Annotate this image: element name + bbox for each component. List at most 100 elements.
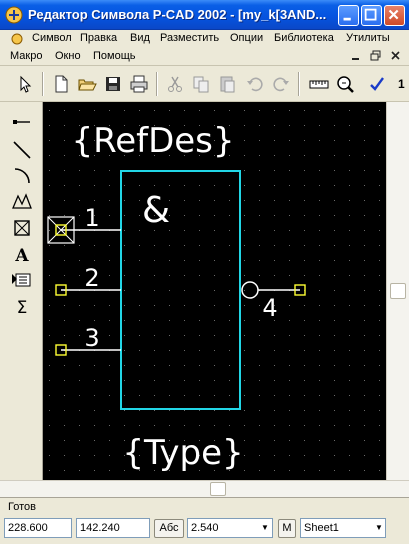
grid-mode-button[interactable]: M xyxy=(278,519,296,538)
cut-button[interactable] xyxy=(164,73,186,95)
absolute-toggle-button[interactable]: Абс xyxy=(154,519,184,538)
chevron-down-icon[interactable]: ▼ xyxy=(372,519,386,537)
grid-dot xyxy=(124,215,125,216)
validate-button[interactable] xyxy=(366,73,388,95)
grid-dot xyxy=(94,320,95,321)
grid-dot xyxy=(274,215,275,216)
grid-dot xyxy=(259,320,260,321)
grid-dot xyxy=(49,380,50,381)
grid-dot xyxy=(289,395,290,396)
grid-dot xyxy=(199,290,200,291)
grid-dot xyxy=(349,320,350,321)
app-icon[interactable] xyxy=(5,6,23,24)
place-pin-button[interactable] xyxy=(10,110,34,134)
menu-utilities[interactable]: Утилиты xyxy=(346,32,390,44)
pin-4[interactable]: 4 xyxy=(241,281,306,322)
horizontal-scroll-thumb[interactable] xyxy=(210,482,226,496)
grid-dot xyxy=(199,365,200,366)
place-line-button[interactable] xyxy=(10,138,34,162)
menu-options[interactable]: Опции xyxy=(230,32,263,44)
pin-2[interactable]: 2 xyxy=(55,264,121,296)
select-button[interactable] xyxy=(14,73,36,95)
mdi-minimize-button[interactable] xyxy=(348,49,364,63)
grid-dot xyxy=(304,170,305,171)
grid-dot xyxy=(229,260,230,261)
print-button[interactable] xyxy=(128,73,150,95)
measure-button[interactable] xyxy=(308,73,330,95)
mdi-close-button[interactable] xyxy=(388,49,404,63)
close-button[interactable] xyxy=(384,5,405,26)
undo-button[interactable] xyxy=(244,73,266,95)
redo-button[interactable] xyxy=(270,73,292,95)
x-coordinate-field[interactable]: 228.600 xyxy=(4,518,72,538)
y-coordinate-field[interactable]: 142.240 xyxy=(76,518,150,538)
grid-dot xyxy=(199,410,200,411)
grid-dot xyxy=(139,290,140,291)
grid-dot xyxy=(79,170,80,171)
symbol-body-outline[interactable] xyxy=(120,170,241,410)
place-field-button[interactable] xyxy=(10,216,34,240)
grid-dot xyxy=(109,245,110,246)
copy-button[interactable] xyxy=(190,73,212,95)
mdi-restore-button[interactable] xyxy=(368,49,384,63)
grid-dot xyxy=(259,455,260,456)
grid-dot xyxy=(79,110,80,111)
grid-dot xyxy=(109,275,110,276)
grid-dot xyxy=(289,125,290,126)
grid-dot xyxy=(124,245,125,246)
pin-1[interactable]: 1 xyxy=(47,204,121,244)
symbol-drawing[interactable]: {RefDes} {Type} & 1 2 3 4 xyxy=(43,102,386,480)
open-folder-icon xyxy=(78,79,97,91)
grid-dot xyxy=(199,395,200,396)
menu-place[interactable]: Разместить xyxy=(160,32,219,44)
open-button[interactable] xyxy=(76,73,98,95)
menu-library[interactable]: Библиотека xyxy=(274,32,334,44)
grid-dot xyxy=(214,110,215,111)
grid-dot xyxy=(334,260,335,261)
grid-dot xyxy=(94,260,95,261)
grid-dot xyxy=(214,185,215,186)
place-polygon-button[interactable] xyxy=(10,190,34,214)
gate-symbol[interactable]: & xyxy=(142,190,170,231)
toolbar-separator xyxy=(298,72,300,96)
grid-dot xyxy=(379,305,380,306)
horizontal-scrollbar[interactable] xyxy=(0,480,409,497)
grid-dot xyxy=(169,245,170,246)
menu-view[interactable]: Вид xyxy=(130,32,150,44)
place-text-button[interactable]: A xyxy=(10,242,34,266)
vertical-scrollbar[interactable] xyxy=(386,102,409,480)
grid-dot xyxy=(334,425,335,426)
sum-button[interactable]: Σ xyxy=(10,294,34,318)
place-arc-button[interactable] xyxy=(10,164,34,188)
grid-dot xyxy=(319,380,320,381)
save-button[interactable] xyxy=(102,73,124,95)
paste-button[interactable] xyxy=(216,73,238,95)
chevron-down-icon[interactable]: ▼ xyxy=(258,519,272,537)
grid-dot xyxy=(109,110,110,111)
menu-window[interactable]: Окно xyxy=(55,50,81,62)
grid-dot xyxy=(274,275,275,276)
grid-dot xyxy=(289,440,290,441)
grid-dot xyxy=(334,395,335,396)
menu-symbol[interactable]: Символ xyxy=(32,32,72,44)
paste-icon xyxy=(220,76,235,93)
menu-edit[interactable]: Правка xyxy=(80,32,117,44)
maximize-button[interactable] xyxy=(361,5,382,26)
grid-dot xyxy=(199,185,200,186)
grid-dot xyxy=(319,410,320,411)
grid-dot xyxy=(169,290,170,291)
type-attribute[interactable]: {Type} xyxy=(122,433,243,473)
menu-help[interactable]: Помощь xyxy=(93,50,136,62)
new-button[interactable] xyxy=(50,73,72,95)
minimize-button[interactable] xyxy=(338,5,359,26)
refdes-attribute[interactable]: {RefDes} xyxy=(71,121,234,161)
pin-3[interactable]: 3 xyxy=(55,324,121,356)
grid-dot xyxy=(289,155,290,156)
vertical-scroll-thumb[interactable] xyxy=(390,283,406,299)
drawing-canvas[interactable]: {RefDes} {Type} & 1 2 3 4 xyxy=(43,102,386,480)
place-attribute-button[interactable] xyxy=(10,268,34,292)
menu-macro[interactable]: Макро xyxy=(10,50,42,62)
document-icon[interactable] xyxy=(10,33,24,45)
grid-dot xyxy=(259,440,260,441)
zoom-button[interactable] xyxy=(334,73,356,95)
